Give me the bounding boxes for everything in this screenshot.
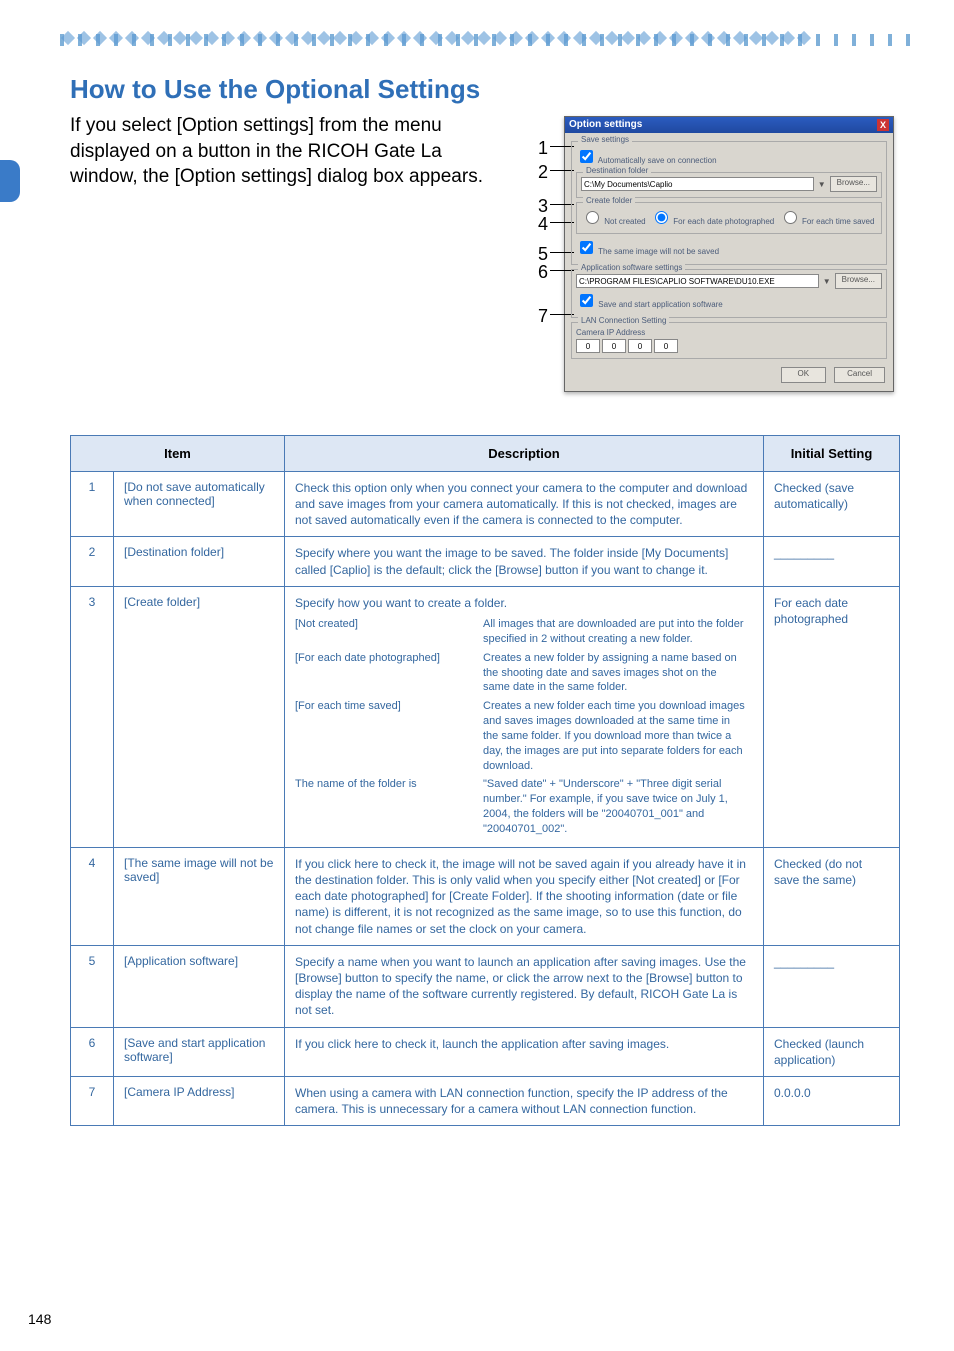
radio-not-created[interactable] [586, 211, 599, 224]
row-description: If you click here to check it, the image… [285, 847, 764, 945]
browse-button-2[interactable]: Browse... [835, 273, 882, 289]
row-number: 4 [71, 847, 114, 945]
dialog-figure: 1 2 3 4 5 6 7 Option settings X Save set… [564, 116, 894, 392]
section-heading: How to Use the Optional Settings [70, 74, 894, 105]
row-number: 5 [71, 945, 114, 1027]
row-initial: Checked (do not save the same) [764, 847, 900, 945]
option-settings-dialog: Option settings X Save settings Automati… [564, 116, 894, 392]
close-icon[interactable]: X [877, 119, 889, 131]
row-item: [Application software] [114, 945, 285, 1027]
row-item: [Do not save automatically when connecte… [114, 471, 285, 537]
th-initial: Initial Setting [764, 435, 900, 471]
auto-save-label: Automatically save on connection [598, 156, 717, 165]
row-item: [The same image will not be saved] [114, 847, 285, 945]
ip-field-3[interactable] [628, 339, 652, 353]
radio-each-time[interactable] [784, 211, 797, 224]
radio-each-date-label: For each date photographed [673, 217, 774, 226]
ip-field-4[interactable] [654, 339, 678, 353]
lan-setting-label: LAN Connection Setting [578, 316, 669, 325]
ornament-row [60, 30, 924, 50]
row-description: When using a camera with LAN connection … [285, 1076, 764, 1125]
row-description: Check this option only when you connect … [285, 471, 764, 537]
auto-save-checkbox[interactable] [580, 150, 593, 163]
same-image-label: The same image will not be saved [598, 247, 719, 256]
save-start-checkbox[interactable] [580, 294, 593, 307]
callout-1: 1 [538, 138, 548, 159]
row-initial: For each date photographed [764, 586, 900, 847]
table-row: 5[Application software]Specify a name wh… [71, 945, 900, 1027]
ip-field-1[interactable] [576, 339, 600, 353]
row-item: [Create folder] [114, 586, 285, 847]
radio-not-created-label: Not created [604, 217, 645, 226]
row-initial: _________ [764, 537, 900, 586]
destination-folder-input[interactable] [581, 177, 814, 191]
radio-each-time-label: For each time saved [802, 217, 874, 226]
row-initial: 0.0.0.0 [764, 1076, 900, 1125]
application-input[interactable] [576, 274, 819, 288]
intro-paragraph: If you select [Option settings] from the… [70, 113, 500, 190]
row-item: [Destination folder] [114, 537, 285, 586]
side-tab [0, 160, 20, 202]
settings-table: Item Description Initial Setting 1[Do no… [70, 435, 900, 1126]
row-description: Specify a name when you want to launch a… [285, 945, 764, 1027]
row-item: [Save and start application software] [114, 1027, 285, 1076]
row-number: 6 [71, 1027, 114, 1076]
table-row: 2[Destination folder]Specify where you w… [71, 537, 900, 586]
row-number: 7 [71, 1076, 114, 1125]
ip-field-2[interactable] [602, 339, 626, 353]
table-row: 7[Camera IP Address]When using a camera … [71, 1076, 900, 1125]
page-number: 148 [28, 1311, 51, 1327]
row-description: Specify how you want to create a folder.… [285, 586, 764, 847]
create-folder-label: Create folder [583, 196, 635, 205]
camera-ip-label: Camera IP Address [576, 328, 882, 337]
th-item: Item [71, 435, 285, 471]
table-row: 6[Save and start application software]If… [71, 1027, 900, 1076]
browse-button-1[interactable]: Browse... [830, 176, 877, 192]
row-description: If you click here to check it, launch th… [285, 1027, 764, 1076]
row-item: [Camera IP Address] [114, 1076, 285, 1125]
dialog-title: Option settings [569, 119, 642, 131]
row-number: 1 [71, 471, 114, 537]
row-initial: Checked (launch application) [764, 1027, 900, 1076]
callout-6: 6 [538, 262, 548, 283]
save-settings-label: Save settings [578, 135, 632, 144]
same-image-checkbox[interactable] [580, 241, 593, 254]
cancel-button[interactable]: Cancel [834, 367, 885, 383]
callout-4: 4 [538, 214, 548, 235]
row-initial: Checked (save automatically) [764, 471, 900, 537]
row-initial: _________ [764, 945, 900, 1027]
table-row: 1[Do not save automatically when connect… [71, 471, 900, 537]
ok-button[interactable]: OK [781, 367, 827, 383]
callout-2: 2 [538, 162, 548, 183]
callout-7: 7 [538, 306, 548, 327]
table-row: 3[Create folder]Specify how you want to … [71, 586, 900, 847]
save-start-label: Save and start application software [598, 300, 723, 309]
radio-each-date[interactable] [655, 211, 668, 224]
row-description: Specify where you want the image to be s… [285, 537, 764, 586]
destination-folder-label: Destination folder [583, 166, 651, 175]
row-number: 2 [71, 537, 114, 586]
table-row: 4[The same image will not be saved]If yo… [71, 847, 900, 945]
th-description: Description [285, 435, 764, 471]
row-number: 3 [71, 586, 114, 847]
app-settings-label: Application software settings [578, 263, 685, 272]
